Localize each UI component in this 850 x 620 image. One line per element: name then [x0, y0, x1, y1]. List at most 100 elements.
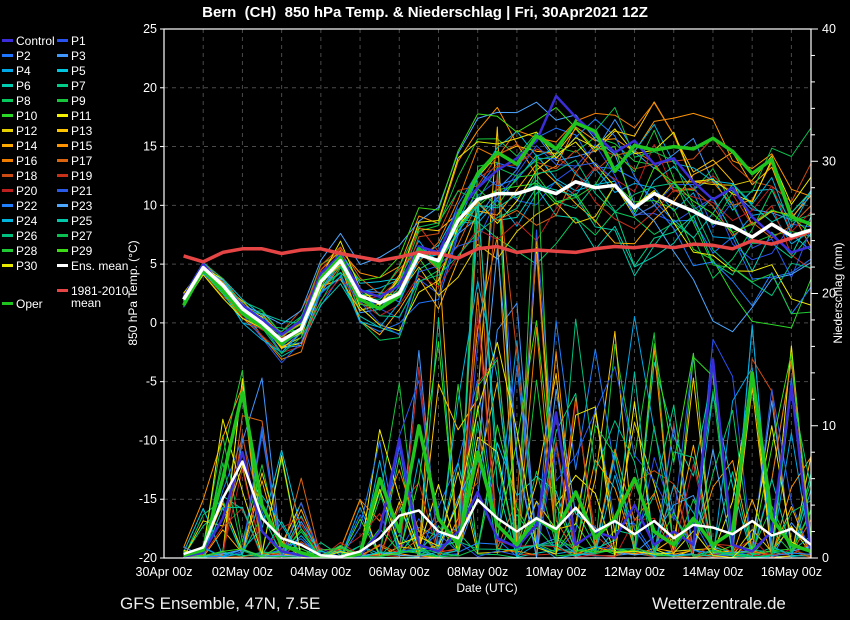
- site-caption: Wetterzentrale.de: [652, 594, 786, 614]
- legend-item-p4-swatch: [2, 69, 13, 72]
- legend-item-p15-swatch: [57, 144, 68, 147]
- legend-item-p21-label: P21: [71, 184, 92, 198]
- legend-item-p24-label: P24: [16, 214, 37, 228]
- legend-item-climate-swatch: [57, 289, 68, 292]
- legend-item-p25: P25: [57, 214, 92, 227]
- y-axis-title-temp: 850 hPa Temp. (°C): [126, 240, 140, 345]
- legend-item-p8: P8: [2, 94, 31, 107]
- legend-item-p11-swatch: [57, 114, 68, 117]
- temp-tick-label: 25: [143, 22, 157, 36]
- x-tick-label: 06May 00z: [369, 565, 430, 579]
- legend-item-p27-swatch: [57, 234, 68, 237]
- legend-item-p13-label: P13: [71, 124, 92, 138]
- legend-item-p29-swatch: [57, 249, 68, 252]
- legend-item-p16-label: P16: [16, 154, 37, 168]
- legend-item-p28-label: P28: [16, 244, 37, 258]
- legend-item-p1-swatch: [57, 39, 68, 42]
- member-precip-line-P1: [184, 176, 811, 558]
- legend-item-p9-label: P9: [71, 94, 86, 108]
- legend-item-p7-swatch: [57, 84, 68, 87]
- y-axis-title-precip: Niederschlag (mm): [831, 242, 845, 343]
- legend-item-p14: P14: [2, 139, 37, 152]
- legend-item-ens-mean-label: Ens. mean: [71, 259, 128, 273]
- legend-item-p21: P21: [57, 184, 92, 197]
- legend-item-p11: P11: [57, 109, 91, 122]
- legend-item-p3-swatch: [57, 54, 68, 57]
- legend-item-p29: P29: [57, 244, 92, 257]
- legend-item-p22-label: P22: [16, 199, 37, 213]
- legend-item-p12: P12: [2, 124, 37, 137]
- legend-item-p19-label: P19: [71, 169, 92, 183]
- temp-tick-label: 15: [143, 140, 157, 154]
- legend-item-p10: P10: [2, 109, 37, 122]
- legend-item-p24-swatch: [2, 219, 13, 222]
- legend-item-p28: P28: [2, 244, 37, 257]
- legend-item-p9: P9: [57, 94, 86, 107]
- temp-tick-label: -20: [139, 551, 157, 565]
- legend-item-p13-swatch: [57, 129, 68, 132]
- precip-tick-label: 40: [822, 22, 836, 36]
- legend-item-p14-label: P14: [16, 139, 37, 153]
- precip-tick-label: 30: [822, 154, 836, 168]
- legend-item-p4-label: P4: [16, 64, 31, 78]
- legend-item-oper-label: Oper: [16, 297, 43, 311]
- legend-item-p22: P22: [2, 199, 37, 212]
- legend-item-p1-label: P1: [71, 34, 86, 48]
- legend-item-p17-label: P17: [71, 154, 92, 168]
- legend-item-p27: P27: [57, 229, 92, 242]
- legend-item-p8-swatch: [2, 99, 13, 102]
- legend-item-control-swatch: [2, 39, 13, 42]
- legend-item-p22-swatch: [2, 204, 13, 207]
- temp-tick-label: 10: [143, 198, 157, 212]
- legend-item-p20: P20: [2, 184, 37, 197]
- legend-item-p29-label: P29: [71, 244, 92, 258]
- legend-item-p23-swatch: [57, 204, 68, 207]
- legend-item-p30-label: P30: [16, 259, 37, 273]
- legend-item-p26: P26: [2, 229, 37, 242]
- legend-item-p2-swatch: [2, 54, 13, 57]
- legend-item-oper-swatch: [2, 302, 13, 305]
- x-axis-title: Date (UTC): [456, 581, 517, 595]
- legend-item-p6-swatch: [2, 84, 13, 87]
- legend-item-p27-label: P27: [71, 229, 92, 243]
- legend-item-p23-label: P23: [71, 199, 92, 213]
- legend-item-p6-label: P6: [16, 79, 31, 93]
- legend-item-p12-swatch: [2, 129, 13, 132]
- legend-item-p30: P30: [2, 259, 37, 272]
- legend-item-climate-label: 1981-2010 mean: [71, 285, 128, 309]
- legend-item-p15-label: P15: [71, 139, 92, 153]
- climate-mean-line: [184, 231, 811, 262]
- legend-item-p4: P4: [2, 64, 31, 77]
- legend-item-p11-label: P11: [71, 109, 91, 123]
- legend-item-p18-swatch: [2, 174, 13, 177]
- legend-item-p13: P13: [57, 124, 92, 137]
- legend-item-p14-swatch: [2, 144, 13, 147]
- legend-item-p18-label: P18: [16, 169, 37, 183]
- temp-tick-label: -15: [139, 492, 157, 506]
- temp-tick-label: 5: [150, 257, 157, 271]
- x-tick-label: 16May 00z: [761, 565, 822, 579]
- legend-item-p3: P3: [57, 49, 86, 62]
- legend-item-p17-swatch: [57, 159, 68, 162]
- legend-item-control: Control: [2, 34, 55, 47]
- legend-item-p16-swatch: [2, 159, 13, 162]
- legend-item-p26-swatch: [2, 234, 13, 237]
- legend-item-p19: P19: [57, 169, 92, 182]
- member-temp-line-P28: [184, 130, 811, 339]
- legend-item-p21-swatch: [57, 189, 68, 192]
- series-group: [184, 96, 811, 558]
- legend-item-p1: P1: [57, 34, 86, 47]
- legend-item-p19-swatch: [57, 174, 68, 177]
- legend-item-p30-swatch: [2, 264, 13, 267]
- legend-item-p6: P6: [2, 79, 31, 92]
- x-tick-label: 08May 00z: [447, 565, 508, 579]
- legend-item-p3-label: P3: [71, 49, 86, 63]
- legend-item-p10-swatch: [2, 114, 13, 117]
- legend-item-p7: P7: [57, 79, 86, 92]
- member-precip-line-P18: [184, 174, 811, 558]
- member-temp-line-P30: [184, 129, 811, 343]
- x-tick-label: 14May 00z: [682, 565, 743, 579]
- x-tick-label: 30Apr 00z: [136, 565, 193, 579]
- legend-item-p25-label: P25: [71, 214, 92, 228]
- legend-item-p7-label: P7: [71, 79, 86, 93]
